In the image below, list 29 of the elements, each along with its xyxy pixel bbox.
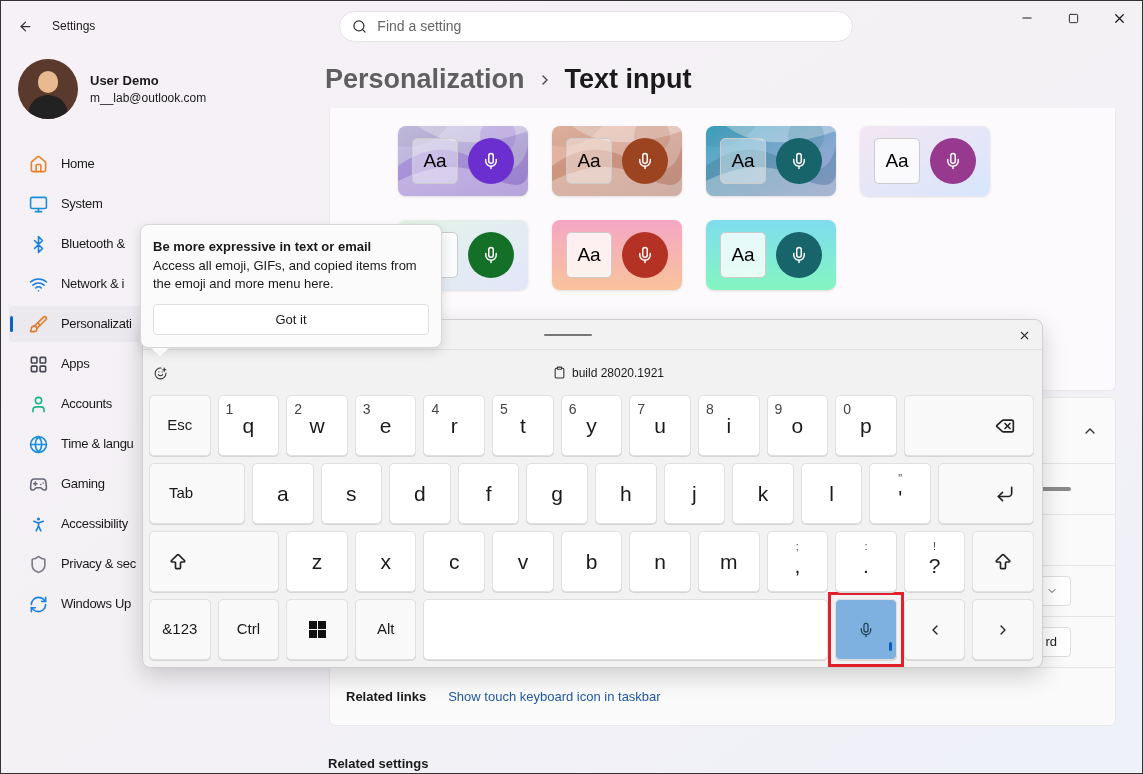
key-hint: 3 (362, 400, 371, 419)
related-settings-heading: Related settings (328, 756, 430, 771)
user-email: m__lab@outlook.com (90, 89, 207, 107)
text-sample: Aa (720, 138, 766, 184)
key-hint: 4 (431, 400, 440, 419)
key-hint: 9 (774, 400, 783, 419)
key-hint: 6 (568, 400, 577, 419)
text-sample: Aa (566, 232, 612, 278)
key-hint: 2 (294, 400, 302, 419)
key-hint: 7 (637, 400, 646, 419)
text-sample: Aa (412, 138, 458, 184)
text-sample: Aa (874, 138, 920, 184)
key-hint: 0 (843, 400, 851, 419)
text-sample: Aa (720, 232, 766, 278)
key-hint: 1 (225, 400, 234, 419)
window-title: Settings (52, 18, 96, 35)
build-label: build 28020.1921 (571, 364, 665, 382)
user-name: User Demo (90, 71, 160, 90)
page-title: Text input (564, 63, 692, 97)
key-hint: ! (932, 539, 938, 554)
related-links-label: Related links (346, 687, 427, 706)
key-hint: 8 (705, 400, 714, 419)
text-sample: Aa (566, 138, 612, 184)
key-hint: " (897, 471, 904, 486)
key-hint: 5 (500, 400, 508, 419)
key-hint: ; (794, 539, 800, 554)
tooltip-title: Be more expressive in text or email (153, 238, 373, 255)
tooltip-body: Access all emoji, GIFs, and copied items from the emoji and more menu here. (153, 257, 418, 293)
key-hint: : (863, 539, 869, 554)
